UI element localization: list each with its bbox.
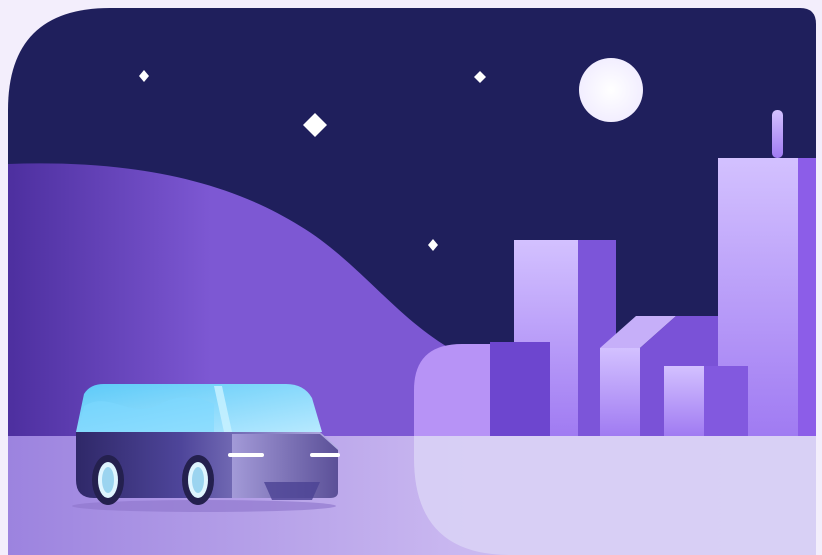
building-small-side xyxy=(704,366,748,436)
car-bumper xyxy=(264,482,320,500)
building-antenna xyxy=(772,110,783,158)
plinth-block xyxy=(414,344,490,436)
slanted-building-front xyxy=(600,348,640,436)
car-headlight-left xyxy=(228,453,264,457)
car xyxy=(76,384,340,505)
building-left-short xyxy=(490,342,550,436)
ground-panel xyxy=(414,436,816,555)
car-headlight-right xyxy=(310,453,340,457)
building-small-front xyxy=(664,366,704,436)
building-tall-side xyxy=(798,158,816,436)
night-city-illustration xyxy=(0,0,822,555)
car-wheel-rear xyxy=(92,455,124,505)
moon xyxy=(579,58,643,122)
scene-card xyxy=(8,8,816,555)
illustration-frame xyxy=(0,0,822,555)
car-wheel-front xyxy=(182,455,214,505)
